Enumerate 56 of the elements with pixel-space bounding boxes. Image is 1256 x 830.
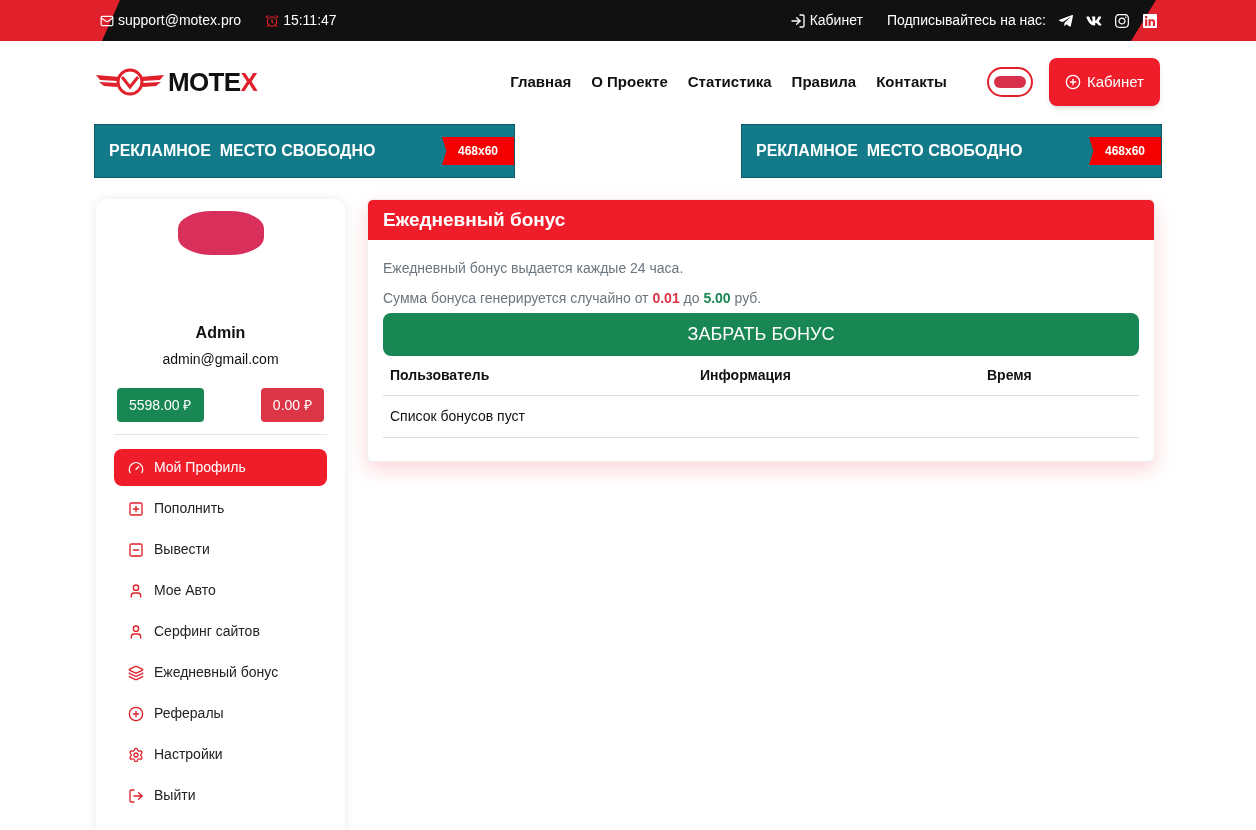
mail-icon xyxy=(100,13,114,28)
banner-size: 468x60 xyxy=(1089,137,1161,165)
layers-icon xyxy=(128,664,144,681)
menu-item[interactable]: Выйти xyxy=(114,777,327,814)
user-email: admin@gmail.com xyxy=(161,350,280,369)
logout-icon xyxy=(128,787,144,804)
bonus-info: Ежедневный бонус выдается каждые 24 часа. xyxy=(383,259,685,278)
menu-item[interactable]: Пополнить xyxy=(114,490,327,527)
bonus-range-text: Сумма бонуса генерируется случайно от 0.01 до 5.00 руб. xyxy=(383,289,763,308)
subscribe-label: Подписывайтесь на нас: xyxy=(886,11,1046,30)
nav-link[interactable]: Статистика xyxy=(687,70,772,94)
nav-link[interactable]: Контакты xyxy=(876,70,947,94)
banner-text: РЕКЛАМНОЕ МЕСТО СВОБОДНО xyxy=(756,141,1023,161)
ad-banner[interactable]: РЕКЛАМНОЕ МЕСТО СВОБОДНО 468x60 xyxy=(741,124,1162,178)
menu-item[interactable]: Рефералы xyxy=(114,695,327,732)
cabinet-button[interactable]: Кабинет xyxy=(1048,58,1160,106)
user-icon xyxy=(128,623,144,640)
login-icon xyxy=(789,12,806,29)
claim-bonus-button[interactable]: ЗАБРАТЬ БОНУС xyxy=(383,313,1139,356)
menu-item[interactable]: Вывести xyxy=(114,531,327,568)
user-name: Admin xyxy=(194,323,247,343)
linkedin-icon[interactable] xyxy=(1142,12,1158,29)
plus-circle-icon xyxy=(1064,74,1081,90)
logo-text[interactable]: MOTEX xyxy=(168,62,258,102)
column-header: Пользователь xyxy=(390,366,491,385)
empty-table-message: Список бонусов пуст xyxy=(390,407,525,426)
clock-time: 15:11:47 xyxy=(283,11,337,30)
plus-square-icon xyxy=(128,500,144,517)
banner-size: 468x60 xyxy=(442,137,514,165)
instagram-icon[interactable] xyxy=(1114,12,1130,29)
menu-item[interactable]: Настройки xyxy=(114,736,327,773)
plus-circle-icon xyxy=(128,705,144,722)
minus-square-icon xyxy=(128,541,144,558)
balance-badge: 5598.00 ₽ xyxy=(117,388,204,422)
banner-text: РЕКЛАМНОЕ МЕСТО СВОБОДНО xyxy=(109,141,376,161)
nav-link[interactable]: Правила xyxy=(791,70,857,94)
nav-link[interactable]: О Проекте xyxy=(591,70,668,94)
support-email[interactable]: support@motex.pro xyxy=(118,10,242,31)
balance-badge: 0.00 ₽ xyxy=(260,388,324,422)
gauge-icon xyxy=(128,459,144,476)
winged-logo-icon xyxy=(96,67,164,97)
nav-link[interactable]: Главная xyxy=(510,70,572,94)
card-title: Ежедневный бонус xyxy=(383,207,566,232)
menu-item[interactable]: Ежедневный бонус xyxy=(114,654,327,691)
menu-item[interactable]: Серфинг сайтов xyxy=(114,613,327,650)
cabinet-link[interactable]: Кабинет xyxy=(789,10,863,31)
telegram-icon[interactable] xyxy=(1058,12,1074,29)
user-icon xyxy=(128,582,144,599)
column-header: Время xyxy=(987,366,1033,385)
ad-banner[interactable]: РЕКЛАМНОЕ МЕСТО СВОБОДНО 468x60 xyxy=(94,124,515,178)
menu-item[interactable]: Мое Авто xyxy=(114,572,327,609)
menu-item[interactable]: Мой Профиль xyxy=(114,449,327,486)
alarm-clock-icon xyxy=(265,13,280,28)
settings-icon xyxy=(128,746,144,763)
car-avatar[interactable] xyxy=(986,67,1033,97)
column-header: Информация xyxy=(700,366,792,385)
